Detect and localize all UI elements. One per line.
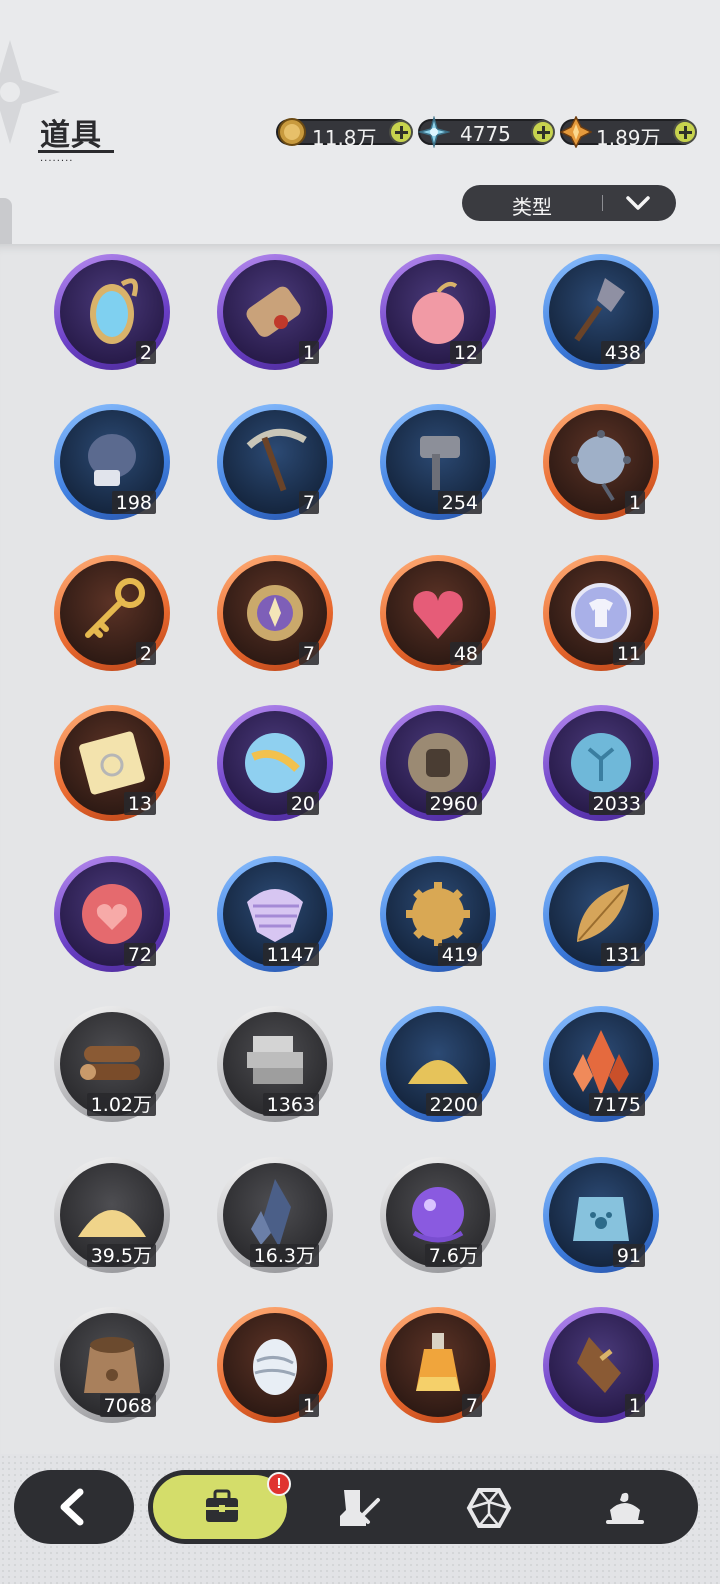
page-title: 道具 <box>40 118 102 153</box>
inventory-item[interactable]: 48 <box>380 555 496 671</box>
item-count: 1147 <box>262 943 319 966</box>
chevron-down-icon <box>626 196 650 210</box>
item-count: 11 <box>612 642 645 665</box>
tab-dessert[interactable] <box>582 1470 668 1544</box>
inventory-item[interactable]: 1 <box>217 1307 333 1423</box>
inventory-item[interactable]: 7 <box>380 1307 496 1423</box>
type-filter-dropdown[interactable]: 类型 <box>462 185 676 221</box>
inventory-item[interactable]: 7175 <box>543 1006 659 1122</box>
inventory-item[interactable]: 1 <box>543 404 659 520</box>
inventory-item[interactable]: 20 <box>217 705 333 821</box>
item-count: 7.6万 <box>424 1244 482 1267</box>
inventory-item[interactable]: 419 <box>380 856 496 972</box>
add-crystal-button[interactable] <box>531 120 555 144</box>
inventory-item[interactable]: 2 <box>54 254 170 370</box>
tab-equipment[interactable] <box>316 1470 402 1544</box>
inventory-item[interactable]: 1147 <box>217 856 333 972</box>
inventory-item[interactable]: 16.3万 <box>217 1157 333 1273</box>
item-count: 1363 <box>262 1093 319 1116</box>
currency-gold: 11.8万 <box>276 118 413 150</box>
inventory-item[interactable]: 11 <box>543 555 659 671</box>
star-gem-icon <box>560 116 592 148</box>
title-dots: ········ <box>40 156 74 167</box>
item-count: 1 <box>624 491 645 514</box>
inventory-item[interactable]: 13 <box>54 705 170 821</box>
item-count: 131 <box>600 943 645 966</box>
inventory-item[interactable]: 2960 <box>380 705 496 821</box>
inventory-item[interactable]: 2033 <box>543 705 659 821</box>
currency-crystal-value: 4775 <box>460 122 511 146</box>
gem-icon <box>466 1488 512 1528</box>
gold-coin-icon <box>278 118 306 146</box>
inventory-item[interactable]: 1 <box>543 1307 659 1423</box>
inventory-item[interactable]: 7068 <box>54 1307 170 1423</box>
item-count: 72 <box>123 943 156 966</box>
add-gold-button[interactable] <box>389 120 413 144</box>
inventory-item[interactable]: 7 <box>217 555 333 671</box>
inventory-item[interactable]: 12 <box>380 254 496 370</box>
equipment-icon <box>340 1490 380 1526</box>
item-count: 1 <box>624 1394 645 1417</box>
item-count: 16.3万 <box>249 1244 319 1267</box>
inventory-item[interactable]: 72 <box>54 856 170 972</box>
crystal-icon <box>418 116 450 148</box>
bag-icon <box>206 1489 238 1522</box>
item-count: 12 <box>449 341 482 364</box>
item-count: 419 <box>437 943 482 966</box>
currency-gold-value: 11.8万 <box>312 126 377 150</box>
currency-star-value: 1.89万 <box>596 126 661 150</box>
item-count: 91 <box>612 1244 645 1267</box>
item-count: 20 <box>286 792 319 815</box>
item-count: 48 <box>449 642 482 665</box>
inventory-item[interactable]: 39.5万 <box>54 1157 170 1273</box>
dessert-icon <box>606 1492 644 1524</box>
currency-crystal: 4775 <box>418 116 555 148</box>
back-arrow-icon <box>60 1488 84 1526</box>
filter-separator <box>602 195 603 211</box>
item-count: 2960 <box>425 792 482 815</box>
item-count: 7175 <box>588 1093 645 1116</box>
item-count: 7 <box>298 642 319 665</box>
inventory-item[interactable]: 438 <box>543 254 659 370</box>
inventory-item[interactable]: 1.02万 <box>54 1006 170 1122</box>
item-count: 2033 <box>588 792 645 815</box>
inventory-item[interactable]: 7 <box>217 404 333 520</box>
inventory-item[interactable]: 2 <box>54 555 170 671</box>
item-count: 1 <box>298 341 319 364</box>
item-count: 1.02万 <box>86 1093 156 1116</box>
item-count: 7 <box>461 1394 482 1417</box>
inventory-item[interactable]: 131 <box>543 856 659 972</box>
inventory-item[interactable]: 198 <box>54 404 170 520</box>
item-count: 2 <box>135 642 156 665</box>
currency-star: 1.89万 <box>560 116 697 150</box>
tab-gem[interactable] <box>446 1470 532 1544</box>
inventory-item[interactable]: 1 <box>217 254 333 370</box>
add-star-button[interactable] <box>673 120 697 144</box>
inventory-item[interactable]: 2200 <box>380 1006 496 1122</box>
item-count: 7068 <box>99 1394 156 1417</box>
inventory-item[interactable]: 1363 <box>217 1006 333 1122</box>
inventory-item[interactable]: 7.6万 <box>380 1157 496 1273</box>
back-button[interactable] <box>14 1470 134 1544</box>
inventory-item[interactable]: 254 <box>380 404 496 520</box>
item-count: 13 <box>123 792 156 815</box>
inventory-item[interactable]: 91 <box>543 1157 659 1273</box>
alert-badge: ! <box>267 1472 291 1496</box>
item-count: 198 <box>111 491 156 514</box>
item-count: 438 <box>600 341 645 364</box>
item-count: 7 <box>298 491 319 514</box>
item-count: 2 <box>135 341 156 364</box>
item-count: 39.5万 <box>86 1244 156 1267</box>
item-count: 1 <box>298 1394 319 1417</box>
title-underline <box>38 150 114 153</box>
type-filter-label: 类型 <box>512 195 552 219</box>
item-count: 2200 <box>425 1093 482 1116</box>
item-count: 254 <box>437 491 482 514</box>
